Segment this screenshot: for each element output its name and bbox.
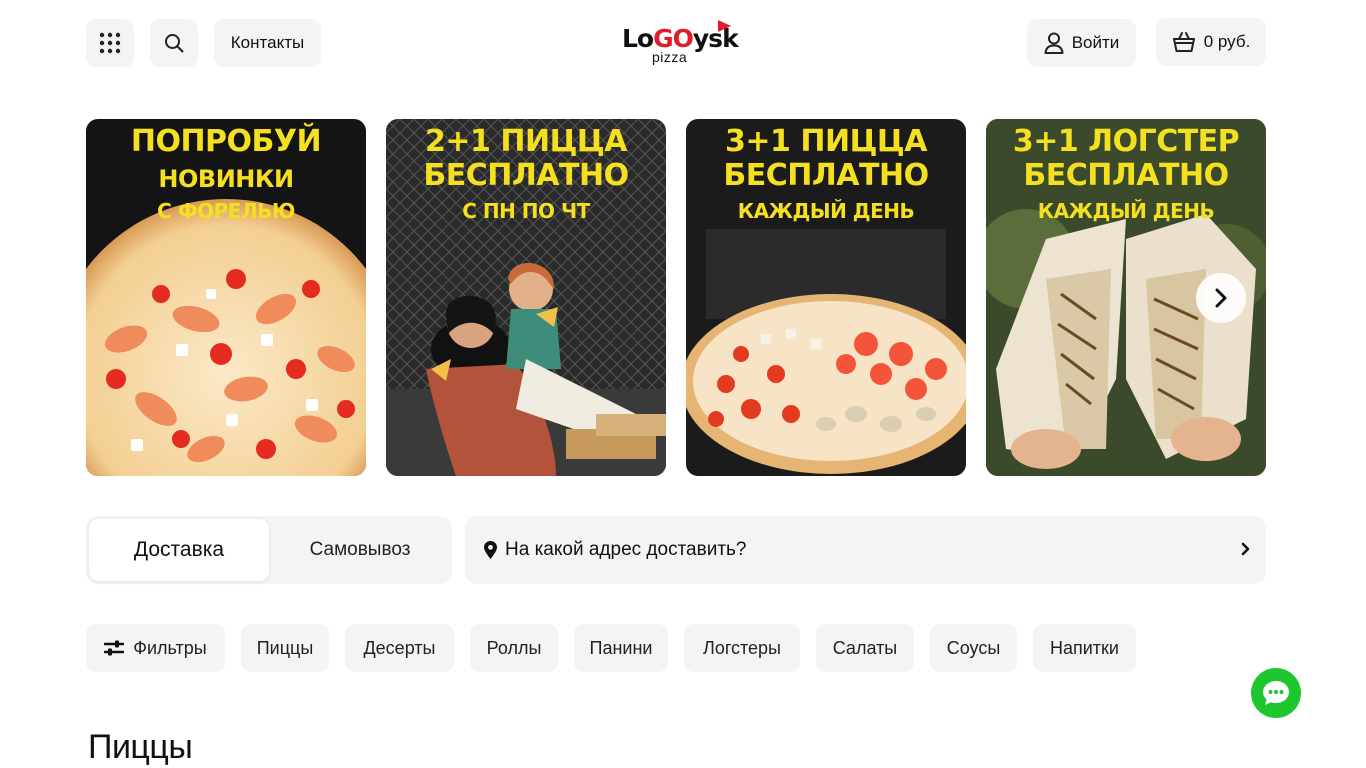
- login-label: Войти: [1071, 33, 1120, 52]
- banner-caption: С ПН ПО ЧТ: [462, 199, 590, 223]
- category-chip-desserts[interactable]: Десерты: [345, 624, 454, 672]
- header: Контакты LoGOysk pizza Войти 0 руб.: [0, 0, 1366, 90]
- flag-icon: [718, 20, 731, 32]
- menu-button[interactable]: [86, 19, 134, 67]
- banner-headline: 2+1 ПИЦЦА: [425, 124, 627, 159]
- promo-banner-2plus1[interactable]: 2+1 ПИЦЦА БЕСПЛАТНО С ПН ПО ЧТ: [386, 119, 666, 476]
- banner-subheadline: БЕСПЛАТНО: [1023, 158, 1229, 193]
- banner-headline: 3+1 ЛОГСТЕР: [1012, 124, 1240, 159]
- banner-headline: ПОПРОБУЙ: [130, 124, 322, 159]
- chevron-right-icon: [1241, 542, 1250, 556]
- banner-caption: КАЖДЫЙ ДЕНЬ: [737, 199, 915, 223]
- cart-total: 0 руб.: [1203, 32, 1251, 51]
- logo[interactable]: LoGOysk pizza: [622, 18, 739, 65]
- chat-button[interactable]: [1251, 668, 1301, 718]
- section-title: Пиццы: [88, 728, 193, 766]
- category-chip-logsters[interactable]: Логстеры: [684, 624, 800, 672]
- chat-bubble-icon: [1263, 681, 1289, 705]
- tab-delivery[interactable]: Доставка: [89, 519, 269, 581]
- search-icon: [165, 34, 184, 53]
- category-chip-salads[interactable]: Салаты: [816, 624, 914, 672]
- chevron-right-icon: [1215, 288, 1227, 308]
- tab-pickup[interactable]: Самовывоз: [271, 519, 449, 581]
- basket-icon: [1172, 32, 1195, 52]
- contacts-label: Контакты: [230, 33, 305, 52]
- banner-caption: КАЖДЫЙ ДЕНЬ: [1037, 199, 1215, 223]
- logo-subtitle: pizza: [652, 49, 688, 65]
- category-chip-pizzas[interactable]: Пиццы: [241, 624, 329, 672]
- banner-subheadline: НОВИНКИ: [158, 165, 294, 193]
- carousel-next-button[interactable]: [1196, 273, 1246, 323]
- category-chip-drinks[interactable]: Напитки: [1033, 624, 1136, 672]
- address-selector[interactable]: На какой адрес доставить?: [465, 516, 1266, 584]
- banner-subheadline: БЕСПЛАТНО: [423, 158, 629, 193]
- cart-button[interactable]: 0 руб.: [1156, 18, 1266, 66]
- promo-banner-3plus1-pizza[interactable]: 3+1 ПИЦЦА БЕСПЛАТНО КАЖДЫЙ ДЕНЬ: [686, 119, 966, 476]
- sliders-icon: [104, 640, 125, 656]
- grid-menu-icon: [99, 32, 121, 54]
- login-button[interactable]: Войти: [1027, 19, 1136, 67]
- category-chip-rolls[interactable]: Роллы: [470, 624, 558, 672]
- location-pin-icon: [484, 541, 497, 559]
- filters-label: Фильтры: [133, 637, 207, 658]
- user-icon: [1044, 32, 1064, 54]
- contacts-button[interactable]: Контакты: [214, 19, 321, 67]
- promo-banner-trout[interactable]: ПОПРОБУЙ НОВИНКИ С ФОРЕЛЬЮ: [86, 119, 366, 476]
- banner-caption: С ФОРЕЛЬЮ: [157, 199, 295, 223]
- banner-subheadline: БЕСПЛАТНО: [723, 158, 929, 193]
- category-chip-panini[interactable]: Панини: [574, 624, 668, 672]
- delivery-mode-switch: Доставка Самовывоз: [86, 516, 452, 584]
- category-chip-sauces[interactable]: Соусы: [930, 624, 1017, 672]
- promo-carousel: ПОПРОБУЙ НОВИНКИ С ФОРЕЛЬЮ 2+1 ПИЦЦА БЕС…: [86, 119, 1266, 476]
- filters-button[interactable]: Фильтры: [86, 624, 225, 672]
- banner-headline: 3+1 ПИЦЦА: [725, 124, 927, 159]
- search-button[interactable]: [150, 19, 198, 67]
- address-prompt: На какой адрес доставить?: [505, 539, 747, 560]
